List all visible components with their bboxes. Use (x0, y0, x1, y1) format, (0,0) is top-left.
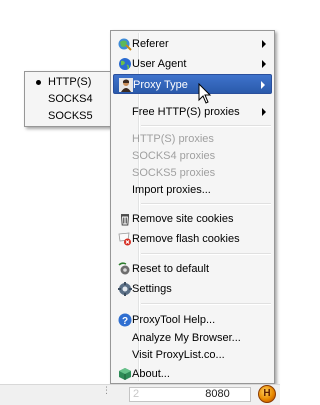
menu-item-remove-flash-cookies[interactable]: Remove flash cookies (113, 229, 272, 249)
menu-separator (141, 125, 271, 127)
referer-icon (118, 38, 132, 51)
status-bar: ⋮ 2 8080 (0, 384, 280, 405)
mouse-cursor-icon (198, 83, 212, 104)
about-icon (119, 368, 131, 380)
svg-text:?: ? (122, 316, 128, 327)
menu-item-settings[interactable]: Settings (113, 279, 272, 299)
help-icon: ? (118, 313, 132, 327)
submenu-item-socks4[interactable]: SOCKS4 (27, 91, 112, 107)
menu-separator (141, 253, 271, 255)
proxytool-context-menu: Referer User Agent Proxy Type Free HTTP(… (110, 30, 275, 384)
proxy-port-value: 8080 (205, 388, 230, 400)
submenu-item-label: SOCKS4 (48, 93, 93, 105)
submenu-item-label: HTTP(S) (48, 76, 92, 88)
menu-item-label: Reset to default (132, 263, 210, 275)
menu-item-visit-proxylist[interactable]: Visit ProxyList.co... (113, 345, 272, 365)
menu-item-label: Referer (132, 38, 169, 50)
menu-item-label: About... (132, 368, 170, 380)
menu-item-about[interactable]: About... (113, 364, 272, 384)
menu-item-label: Settings (132, 283, 172, 295)
reset-gear-icon (118, 262, 130, 275)
submenu-item-label: SOCKS5 (48, 110, 93, 122)
menu-item-label: Import proxies... (132, 184, 211, 196)
flash-cookie-icon (118, 232, 131, 246)
menu-item-label: Proxy Type (133, 79, 188, 91)
menu-item-import-proxies[interactable]: Import proxies... (113, 180, 272, 200)
menu-item-label: Free HTTP(S) proxies (132, 106, 240, 118)
submenu-item-https[interactable]: HTTP(S) (27, 74, 112, 90)
settings-icon (118, 282, 132, 296)
user-icon (119, 78, 133, 92)
menu-item-label: ProxyTool Help... (132, 314, 216, 326)
menu-item-label: Remove flash cookies (132, 233, 240, 245)
proxytool-toggle-button[interactable]: H (258, 385, 276, 403)
menu-item-label: Remove site cookies (132, 213, 234, 225)
menu-item-label: User Agent (132, 58, 187, 70)
menu-item-referer[interactable]: Referer (113, 34, 272, 54)
proxy-address-field[interactable]: 2 8080 (129, 387, 251, 402)
menu-item-proxytool-help[interactable]: ? ProxyTool Help... (113, 310, 272, 330)
globe-icon (119, 58, 131, 70)
menu-item-user-agent[interactable]: User Agent (113, 54, 272, 74)
menu-item-label: Visit ProxyList.co... (132, 349, 225, 361)
menu-item-reset-to-default[interactable]: Reset to default (113, 259, 272, 279)
submenu-arrow-icon (262, 60, 266, 68)
trash-icon (120, 214, 130, 226)
submenu-arrow-icon (261, 81, 265, 89)
menu-item-proxy-type[interactable]: Proxy Type (113, 74, 272, 94)
status-bar-grip: ⋮ (102, 385, 111, 395)
menu-separator (141, 203, 271, 205)
proxy-address-hint: 2 (133, 388, 140, 400)
submenu-arrow-icon (262, 108, 266, 116)
menu-item-free-https-proxies[interactable]: Free HTTP(S) proxies (113, 102, 272, 122)
proxy-type-submenu: HTTP(S) SOCKS4 SOCKS5 (24, 71, 115, 127)
menu-separator (141, 303, 271, 305)
submenu-item-socks5[interactable]: SOCKS5 (27, 108, 112, 124)
menu-item-remove-site-cookies[interactable]: Remove site cookies (113, 209, 272, 229)
selected-radio-icon (36, 80, 41, 85)
submenu-arrow-icon (262, 40, 266, 48)
